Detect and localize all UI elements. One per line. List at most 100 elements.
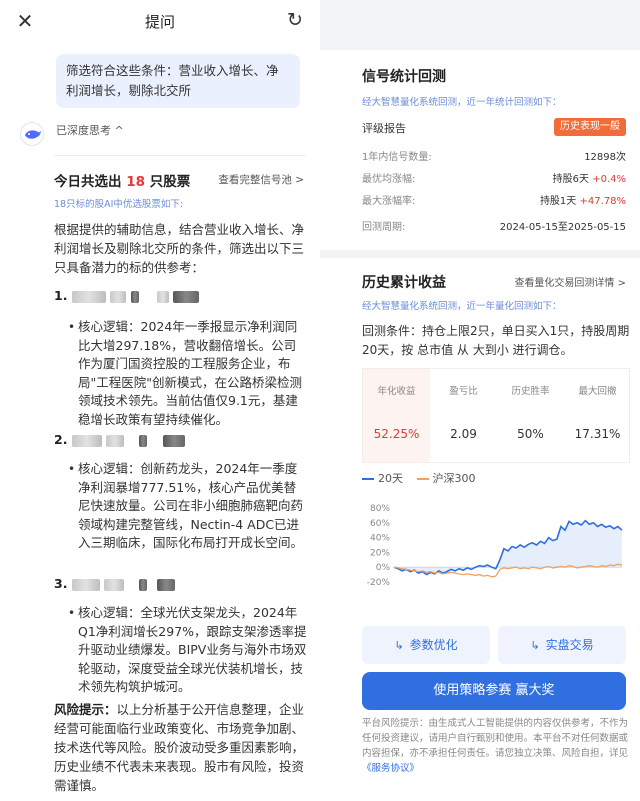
blurred-stock-code	[138, 578, 147, 591]
stat-value: 2024-05-15至2025-05-15	[499, 222, 626, 233]
whale-logo-icon	[20, 122, 44, 146]
top-bar: ✕ 提问 ↻	[0, 0, 320, 44]
stat-value: 持股6天 +0.4%	[552, 174, 626, 185]
blurred-stock-name	[71, 578, 100, 591]
user-query-bubble: 筛选符合这些条件：营业收入增长、净利润增长，剔除北交所	[56, 54, 300, 108]
blurred-stock-name	[110, 290, 127, 303]
view-signal-pool-link[interactable]: 查看完整信号池 >	[218, 172, 304, 187]
use-strategy-button[interactable]: 使用策略参赛 赢大奖	[362, 672, 626, 710]
signal-stats-subtitle: 经大智慧量化系统回测，近一年统计回测如下：	[362, 97, 562, 108]
stock-item-3-text: 核心逻辑：全球光伏支架龙头，2024年Q1净利润增长297%，跟踪支架渗透率提升…	[78, 605, 307, 694]
result-intro: 根据提供的辅助信息，结合营业收入增长、净利润增长及剔除北交所的条件，筛选出以下三…	[54, 222, 305, 275]
blurred-stock-code	[138, 434, 147, 447]
stock-item-index: 1.	[54, 288, 68, 303]
arrow-icon: ↳	[394, 639, 404, 652]
y-tick-label: 20%	[370, 548, 390, 558]
stat-header: 最大回撤	[578, 386, 617, 397]
stock-item-2-body: • 核心逻辑：创新药龙头，2024年一季度净利润暴增777.51%，核心产品优美…	[68, 460, 308, 553]
refresh-icon[interactable]: ↻	[284, 9, 306, 31]
stat-value: 持股1天 +47.78%	[539, 196, 626, 207]
stats-table: 年化收益 52.25% 盈亏比 2.09 历史胜率 50% 最大回撤 17.31…	[362, 368, 630, 463]
action-buttons: ↳ 参数优化 ↳ 实盘交易	[362, 626, 626, 664]
stat-value: 12898次	[584, 152, 626, 163]
risk-warning: 风险提示：以上分析基于公开信息整理，企业经营可能面临行业政策变化、市场竞争加剧、…	[54, 700, 310, 795]
stock-item-2-title: 2.	[54, 432, 185, 447]
stat-row-period: 回测周期: 2024-05-15至2025-05-15	[362, 218, 626, 236]
stat-value: 2.09	[450, 427, 477, 441]
page-title: 提问	[144, 13, 175, 31]
stock-item-1-text: 核心逻辑：2024年一季报显示净利润同比大增297.18%，营收翻倍增长。公司作…	[78, 319, 302, 427]
stat-row-avg-gain: 最优均涨幅: 持股6天 +0.4%	[362, 170, 626, 188]
legend-swatch	[362, 478, 374, 480]
history-subtitle: 经大智慧量化系统回测，近一年量化回测如下：	[362, 301, 562, 312]
bullet: •	[68, 606, 76, 620]
stat-col-annual: 年化收益 52.25%	[363, 369, 430, 462]
stock-item-index: 3.	[54, 576, 68, 591]
arrow-icon: ↳	[530, 639, 540, 652]
bullet: •	[68, 462, 76, 476]
chat-panel: ✕ 提问 ↻ 筛选符合这些条件：营业收入增长、净利润增长，剔除北交所 已深度思考…	[0, 0, 320, 801]
stat-col-win-rate: 历史胜率 50%	[497, 369, 564, 462]
stat-row-max-gain: 最大涨幅率: 持股1天 +47.78%	[362, 192, 626, 210]
signal-stats-card: 信号统计回测 经大智慧量化系统回测，近一年统计回测如下： 评级报告 历史表现一般…	[320, 50, 640, 250]
blurred-stock-name	[106, 434, 125, 447]
y-tick-label: 80%	[370, 504, 390, 514]
result-subtitle: 18只标的股AI中优选股票如下:	[54, 199, 184, 210]
stat-value: 50%	[517, 427, 544, 441]
thinking-row[interactable]: 已深度思考 ^	[20, 120, 300, 150]
y-tick-label: -20%	[367, 578, 391, 588]
platform-disclaimer: 平台风险提示：由生成式人工智能提供的内容仅供参考，不作为任何投资建议，请用户自行…	[362, 716, 630, 776]
result-count: 18	[126, 174, 145, 190]
stat-value: 52.25%	[373, 427, 420, 441]
chart-legend: 20天 沪深300	[362, 470, 476, 486]
param-optimize-button[interactable]: ↳ 参数优化	[362, 626, 490, 664]
bullet: •	[68, 320, 76, 334]
stat-key: 最大涨幅率:	[362, 196, 416, 207]
history-return-card: 历史累计收益 查看量化交易回测详情 > 经大智慧量化系统回测，近一年量化回测如下…	[320, 258, 640, 801]
blurred-stock-name	[71, 290, 106, 303]
stat-value: 17.31%	[574, 427, 621, 441]
stock-item-2-text: 核心逻辑：创新药龙头，2024年一季度净利润暴增777.51%，核心产品优美替尼…	[78, 461, 304, 550]
y-tick-label: 40%	[370, 534, 390, 544]
divider	[54, 155, 306, 156]
stock-item-3-body: • 核心逻辑：全球光伏支架龙头，2024年Q1净利润增长297%，跟踪支架渗透率…	[68, 604, 308, 697]
stat-col-max-drawdown: 最大回撤 17.31%	[564, 369, 631, 462]
deep-thinking-toggle[interactable]: 已深度思考 ^	[56, 122, 124, 138]
stat-header: 年化收益	[377, 386, 416, 397]
stat-key: 1年内信号数量:	[362, 152, 432, 163]
disclaimer-text: 平台风险提示：由生成式人工智能提供的内容仅供参考，不作为任何投资建议，请用户自行…	[362, 718, 629, 759]
backtest-conditions: 回测条件：持仓上限2只，单日买入1只，持股周期20天，按 总市值 从 大到小 进…	[362, 324, 630, 357]
blurred-stock-code	[162, 434, 185, 447]
result-heading-prefix: 今日共选出	[54, 174, 122, 190]
backtest-panel: 信号统计回测 经大智慧量化系统回测，近一年统计回测如下： 评级报告 历史表现一般…	[320, 0, 640, 801]
legend-swatch	[416, 478, 429, 480]
blurred-stock-code	[156, 578, 175, 591]
history-title: 历史累计收益	[362, 275, 446, 291]
y-tick-label: 60%	[370, 519, 390, 529]
service-agreement-link[interactable]: 《服务协议》	[362, 763, 419, 774]
rating-badge: 历史表现一般	[554, 118, 626, 136]
legend-label: 20天	[378, 472, 403, 485]
blurred-stock-name	[104, 578, 125, 591]
stat-header: 历史胜率	[511, 386, 550, 397]
stat-col-pl-ratio: 盈亏比 2.09	[430, 369, 497, 462]
stat-header: 盈亏比	[449, 386, 478, 397]
blurred-stock-code	[156, 290, 169, 303]
blurred-stock-code	[173, 290, 200, 303]
risk-label: 风险提示：	[54, 702, 117, 717]
stock-item-index: 2.	[54, 432, 68, 447]
stock-item-1-title: 1.	[54, 288, 200, 303]
stat-key: 回测周期:	[362, 222, 406, 233]
blurred-stock-name	[71, 434, 102, 447]
stat-key: 最优均涨幅:	[362, 174, 416, 185]
legend-label: 沪深300	[432, 472, 476, 485]
return-chart: 80% 60% 40% 20% 0% -20%	[367, 504, 623, 588]
stat-row-signal-count: 1年内信号数量: 12898次	[362, 148, 626, 166]
blurred-stock-name	[130, 290, 139, 303]
result-heading: 今日共选出 18 只股票	[54, 170, 190, 190]
signal-stats-title: 信号统计回测	[362, 69, 446, 85]
stock-item-3-title: 3.	[54, 576, 175, 591]
view-backtest-detail-link[interactable]: 查看量化交易回测详情 >	[514, 274, 626, 289]
y-tick-label: 0%	[376, 563, 391, 573]
live-trade-button[interactable]: ↳ 实盘交易	[498, 626, 626, 664]
